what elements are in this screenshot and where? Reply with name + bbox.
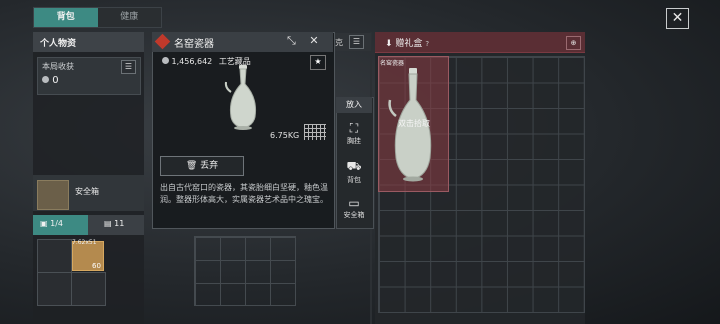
- put-into-backpack-label: 背包: [347, 176, 361, 184]
- item-size-grid-icon: [304, 124, 326, 140]
- tab-backpack[interactable]: 背包: [34, 8, 98, 27]
- safe-box-label: 安全箱: [75, 187, 99, 196]
- harvest-label: 本局收获: [42, 62, 74, 71]
- capacity-b: 11: [114, 219, 125, 228]
- put-into-safe-label: 安全箱: [343, 211, 365, 219]
- backpack-grid[interactable]: [194, 236, 296, 306]
- item-weight: 6.75KG: [270, 131, 300, 140]
- coin-icon: [162, 57, 169, 64]
- capacity-b-row: ▤ 11: [104, 219, 124, 228]
- put-into-safe[interactable]: ▭ 安全箱: [336, 196, 372, 220]
- gift-box-title-row: ⬇ 赠礼盒 ?: [385, 36, 429, 49]
- collapse-icon[interactable]: ⤡: [287, 34, 296, 47]
- partial-header: 克 ☰: [333, 33, 371, 51]
- backpack-icon: ⛟: [346, 159, 362, 173]
- crate-size: 7.62x51: [72, 239, 97, 246]
- safe-icon: ▭: [348, 196, 360, 210]
- crate-count: 60: [92, 262, 101, 270]
- gift-box-title: 赠礼盒: [395, 39, 423, 49]
- grid-slot[interactable]: [71, 272, 106, 306]
- popup-controls: ⤡ ✕: [287, 34, 319, 48]
- partial-label: 克: [335, 38, 343, 47]
- double-click-pickup-hint: 双击拾取: [398, 119, 430, 128]
- tab-health[interactable]: 健康: [98, 8, 162, 27]
- put-into-vest[interactable]: ⛶ 胸挂: [336, 121, 372, 146]
- vest-icon: ⛶: [349, 121, 359, 135]
- capacity-a: 1/4: [50, 219, 63, 228]
- close-icon[interactable]: ✕: [309, 34, 318, 47]
- briefcase-icon: ▣: [40, 219, 48, 228]
- discard-label: 丢弃: [200, 161, 219, 171]
- list-icon[interactable]: ☰: [121, 60, 136, 74]
- gift-box-options-icon[interactable]: ⊕: [566, 36, 581, 50]
- grid-slot[interactable]: [37, 272, 72, 306]
- personal-supplies-header: 个人物资: [33, 32, 144, 52]
- item-name: 名窑瓷器: [174, 39, 214, 50]
- put-into-backpack[interactable]: ⛟ 背包: [336, 159, 372, 185]
- panel-title: 个人物资: [40, 39, 77, 49]
- put-into-vest-label: 胸挂: [347, 137, 361, 145]
- tab-bar: 背包 健康: [33, 7, 162, 28]
- trash-icon: 🗑: [185, 161, 198, 171]
- item-description: 出自古代窑口的瓷器，其瓷胎细白坚硬，釉色温润。整器形体高大，实属瓷器艺术品中之瑰…: [160, 183, 328, 204]
- coin-icon: [42, 76, 49, 83]
- vase-image: [224, 65, 256, 130]
- grid-slot[interactable]: [37, 239, 72, 273]
- download-icon: ⬇: [385, 39, 393, 49]
- harvest-value-row: 0: [42, 75, 59, 86]
- help-icon[interactable]: ?: [425, 40, 429, 48]
- list-icon[interactable]: ☰: [349, 35, 364, 49]
- container-icon: ▤: [104, 219, 112, 228]
- favorite-star-icon[interactable]: ★: [310, 55, 326, 70]
- item-price: 1,456,642: [171, 57, 213, 66]
- harvest-value: 0: [52, 75, 59, 86]
- discard-button[interactable]: 🗑 丢弃: [160, 156, 244, 176]
- put-into-title: 放入: [336, 97, 372, 113]
- close-icon[interactable]: ✕: [666, 8, 689, 29]
- capacity-a-row: ▣ 1/4: [40, 219, 63, 228]
- safe-box-icon: [37, 180, 69, 210]
